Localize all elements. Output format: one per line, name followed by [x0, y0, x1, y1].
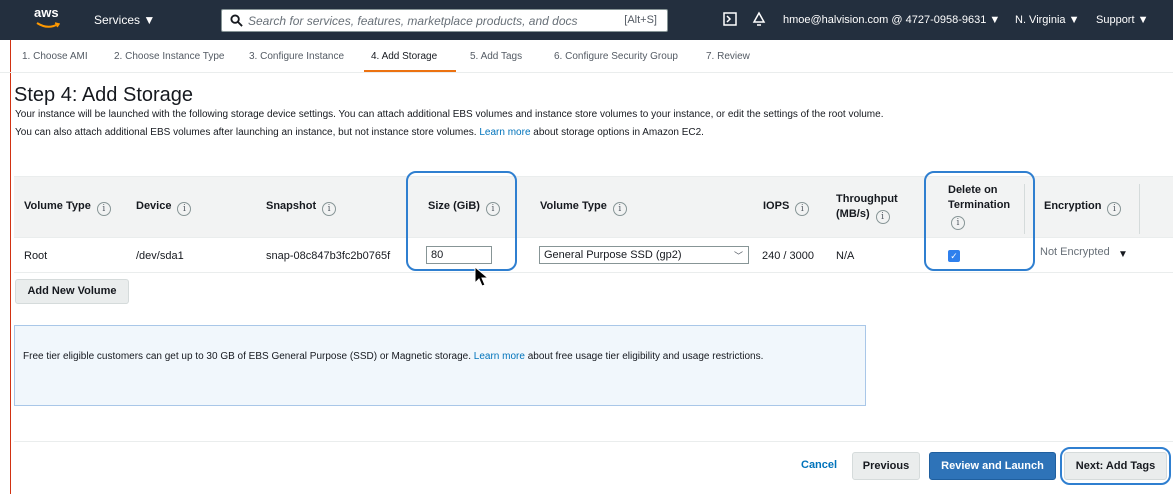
previous-button[interactable]: Previous — [852, 452, 920, 480]
search-placeholder: Search for services, features, marketpla… — [248, 14, 578, 28]
cancel-button[interactable]: Cancel — [801, 459, 837, 471]
page-description: Your instance will be launched with the … — [15, 106, 885, 142]
description-text: Your instance will be launched with the … — [15, 109, 884, 138]
footer-divider — [14, 441, 1173, 442]
tab-review[interactable]: 7. Review — [706, 51, 750, 62]
info-icon[interactable]: i — [322, 202, 337, 216]
aws-logo-text: aws — [34, 5, 59, 20]
next-add-tags-button[interactable]: Next: Add Tags — [1064, 452, 1167, 480]
review-and-launch-button[interactable]: Review and Launch — [929, 452, 1056, 480]
support-menu[interactable]: Support ▼ — [1096, 14, 1148, 26]
info-icon[interactable]: i — [612, 202, 627, 216]
info-icon[interactable]: i — [96, 202, 111, 216]
cell-volume-type: Root — [24, 250, 48, 262]
volume-type-value: General Purpose SSD (gp2) — [544, 249, 682, 261]
free-tier-info-text: Free tier eligible customers can get up … — [23, 351, 764, 362]
header-encryption: Encryption i — [1044, 200, 1122, 216]
tab-choose-ami[interactable]: 1. Choose AMI — [22, 51, 88, 62]
row-divider — [14, 272, 1173, 273]
encryption-select[interactable]: Not Encrypted — [1040, 246, 1112, 264]
header-throughput: Throughput — [836, 193, 898, 205]
cell-snapshot: snap-08c847b3fc2b0765f — [266, 250, 391, 262]
account-menu[interactable]: hmoe@halvision.com @ 4727-0958-9631 ▼ — [783, 14, 1000, 26]
search-icon — [230, 14, 243, 27]
header-throughput-unit: (MB/s) i — [836, 208, 890, 224]
search-shortcut: [Alt+S] — [624, 14, 657, 26]
search-input[interactable]: Search for services, features, marketpla… — [221, 9, 668, 32]
cell-device: /dev/sda1 — [136, 250, 184, 262]
volume-type-select[interactable]: General Purpose SSD (gp2) ﹀ — [539, 246, 749, 264]
cloudshell-icon[interactable] — [723, 12, 737, 26]
tab-add-tags[interactable]: 5. Add Tags — [470, 51, 522, 62]
header-device: Device i — [136, 200, 192, 216]
description-text-end: about storage options in Amazon EC2. — [530, 127, 704, 138]
tab-configure-security-group[interactable]: 6. Configure Security Group — [554, 51, 678, 62]
mouse-pointer-icon — [474, 266, 490, 287]
tab-configure-instance[interactable]: 3. Configure Instance — [249, 51, 344, 62]
chevron-down-icon: ﹀ — [733, 251, 743, 261]
tab-choose-instance-type[interactable]: 2. Choose Instance Type — [114, 51, 224, 62]
add-new-volume-button[interactable]: Add New Volume — [15, 279, 129, 304]
region-menu[interactable]: N. Virginia ▼ — [1015, 14, 1080, 26]
header-ebs-volume-type: Volume Type i — [540, 200, 627, 216]
page-title: Step 4: Add Storage — [14, 84, 194, 106]
tab-add-storage[interactable]: 4. Add Storage — [371, 51, 437, 62]
aws-logo[interactable]: aws — [34, 5, 64, 33]
free-tier-learn-more-link[interactable]: Learn more — [474, 351, 525, 362]
cell-throughput: N/A — [836, 250, 855, 262]
info-icon[interactable]: i — [1107, 202, 1122, 216]
free-tier-info-box: Free tier eligible customers can get up … — [14, 325, 866, 406]
steps-divider — [0, 72, 1173, 73]
dropdown-caret-icon[interactable]: ▼ — [1118, 249, 1128, 260]
top-navigation-bar: aws Services ▼ Search for services, feat… — [0, 0, 1173, 40]
delete-on-termination-highlight — [924, 171, 1035, 271]
header-iops: IOPS i — [763, 200, 810, 216]
header-volume-type: Volume Type i — [24, 200, 111, 216]
services-menu[interactable]: Services ▼ — [94, 13, 155, 27]
info-icon[interactable]: i — [177, 202, 192, 216]
cell-iops: 240 / 3000 — [762, 250, 814, 262]
learn-more-link[interactable]: Learn more — [479, 127, 530, 138]
aws-smile-icon — [36, 22, 60, 28]
info-icon[interactable]: i — [875, 210, 890, 224]
info-icon[interactable]: i — [795, 202, 810, 216]
size-highlight — [406, 171, 517, 271]
bell-icon[interactable] — [752, 11, 766, 27]
left-border — [10, 40, 11, 494]
column-divider — [1139, 184, 1140, 234]
header-snapshot: Snapshot i — [266, 200, 337, 216]
